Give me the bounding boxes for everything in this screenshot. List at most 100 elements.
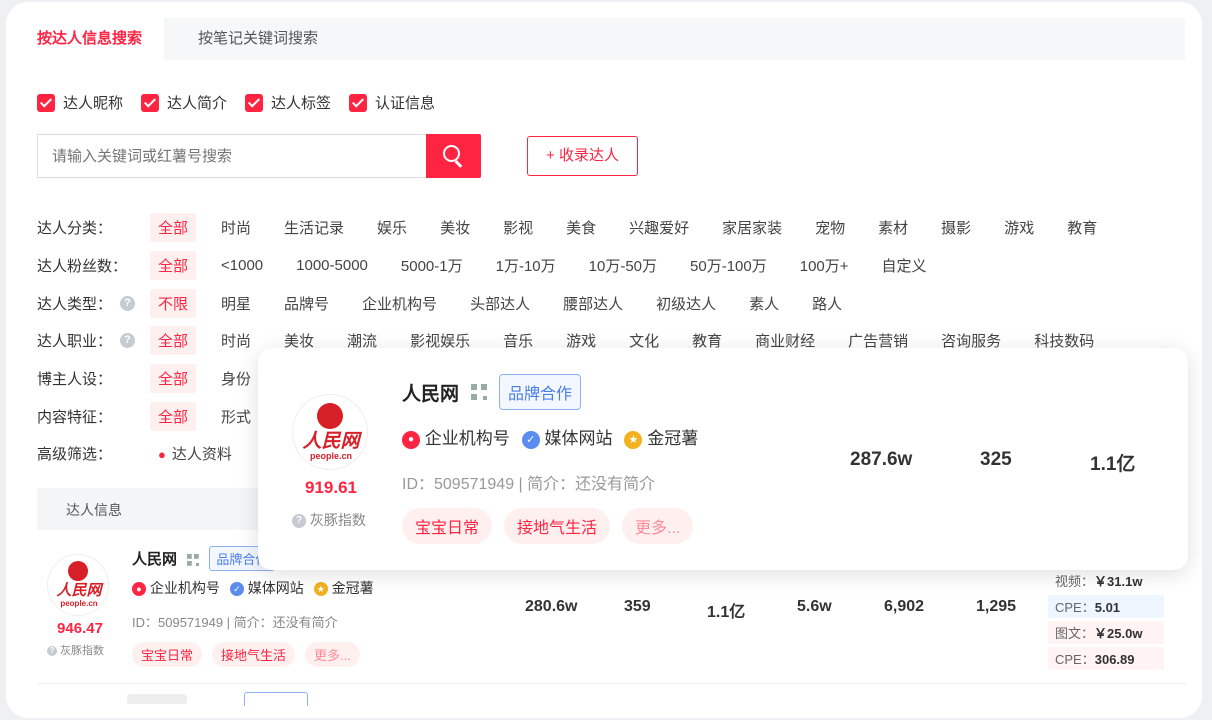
creator-tags: 宝宝日常 接地气生活 更多... [132, 642, 360, 667]
filter-option[interactable]: 全部 [150, 401, 197, 431]
filter-option[interactable]: 素材 [870, 213, 916, 242]
filter-option[interactable]: 影视 [495, 213, 541, 242]
more-tags-button[interactable]: 更多... [305, 642, 360, 667]
stat-value: 1.1亿 [707, 604, 746, 621]
avatar[interactable]: 人民网 people.cn [47, 554, 109, 616]
filter-option[interactable]: 全部 [150, 325, 197, 355]
filter-option[interactable]: 全部 [150, 363, 197, 393]
filter-option[interactable]: 美妆 [432, 213, 478, 242]
qrcode-icon[interactable] [471, 384, 488, 400]
filter-option[interactable]: 素人 [741, 289, 787, 318]
enterprise-icon: ● [132, 582, 146, 597]
filter-option[interactable]: 1万-10万 [488, 251, 564, 280]
checkbox-checked-icon[interactable] [245, 93, 264, 112]
filter-option[interactable]: 50万-100万 [682, 251, 775, 280]
filter-option[interactable]: <1000 [213, 253, 271, 278]
stat-value: 1.1亿 [1090, 454, 1136, 475]
filter-option[interactable]: 时尚 [213, 213, 259, 242]
creator-name[interactable]: 人民网 [402, 379, 459, 406]
creator-hover-card[interactable]: 人民网 people.cn 919.61 ? 灰豚指数 人民网 品牌合作 ● 企… [258, 348, 1188, 570]
filter-option[interactable]: 游戏 [996, 213, 1042, 242]
verified-icon: ✓ [521, 430, 540, 449]
filter-option[interactable]: 自定义 [874, 251, 935, 280]
stat-value: 6,902 [884, 598, 925, 615]
filter-option[interactable]: 身份 [213, 364, 259, 393]
checkbox-checked-icon[interactable] [349, 93, 368, 112]
index-score: 919.61 [305, 478, 357, 497]
filter-option[interactable]: 企业机构号 [354, 289, 445, 318]
filter-option[interactable]: 摄影 [933, 213, 979, 242]
filter-label: 内容特征： [37, 406, 150, 427]
filter-option[interactable]: 美食 [558, 213, 604, 242]
brand-cooperation-badge[interactable]: 品牌合作 [499, 374, 582, 410]
filter-option[interactable]: 不限 [150, 288, 197, 318]
tag-chip[interactable]: 宝宝日常 [132, 642, 203, 667]
creator-name[interactable]: 人民网 [132, 551, 177, 568]
help-icon[interactable]: ? [120, 295, 136, 311]
filter-option[interactable]: 品牌号 [276, 289, 337, 318]
advanced-filter-creator-profile[interactable]: ● 达人资料 [150, 439, 240, 468]
checkbox-intro[interactable]: 达人简介 [141, 92, 227, 113]
option-label: 达人资料 [171, 445, 232, 463]
person-icon: ● [158, 446, 166, 462]
filter-option[interactable]: 腰部达人 [555, 289, 631, 318]
tag-chip[interactable]: 宝宝日常 [402, 508, 493, 544]
stat-value: 1,295 [976, 598, 1017, 615]
filter-option[interactable]: 5000-1万 [393, 251, 471, 280]
creator-id-intro: ID：509571949 | 简介：还没有简介 [132, 615, 338, 630]
search-button[interactable] [426, 134, 481, 178]
filter-option[interactable]: 宠物 [807, 213, 853, 242]
filter-option[interactable]: 生活记录 [276, 213, 352, 242]
filter-option[interactable]: 娱乐 [369, 213, 415, 242]
price-image-cpe: CPE：306.89 [1048, 647, 1164, 670]
search-input[interactable] [37, 134, 427, 178]
next-row-badge-partial [244, 692, 308, 706]
more-tags-button[interactable]: 更多... [622, 508, 694, 544]
checkbox-label: 达人标签 [271, 95, 332, 112]
stat-value: 359 [624, 598, 651, 615]
qrcode-icon[interactable] [187, 554, 200, 567]
filter-option[interactable]: 教育 [1059, 213, 1105, 242]
filter-label-text: 达人粉丝数： [37, 257, 128, 275]
filter-option[interactable]: 家居家装 [714, 213, 790, 242]
checkbox-label: 认证信息 [375, 95, 436, 112]
checkbox-tags[interactable]: 达人标签 [245, 92, 331, 113]
help-icon[interactable]: ? [120, 332, 136, 348]
filter-option[interactable]: 路人 [804, 289, 850, 318]
tab-search-by-keyword[interactable]: 按笔记关键词搜索 [176, 18, 340, 60]
filter-row: 达人类型：? 不限 明星 品牌号 企业机构号 头部达人 腰部达人 初级达人 素人 路人 [37, 288, 867, 318]
add-creator-button[interactable]: + 收录达人 [527, 136, 638, 176]
filter-option[interactable]: 头部达人 [462, 289, 538, 318]
logo-subtext: people.cn [60, 599, 98, 608]
filter-option[interactable]: 100万+ [792, 251, 857, 280]
checkbox-verification[interactable]: 认证信息 [349, 92, 435, 113]
filter-label-text: 达人分类： [37, 219, 113, 237]
next-row-name-partial [127, 694, 187, 704]
tag-chip[interactable]: 接地气生活 [504, 508, 611, 544]
logo-subtext: people.cn [309, 451, 352, 461]
filter-label-text: 达人类型： [37, 295, 113, 313]
checkbox-checked-icon[interactable] [37, 93, 55, 112]
creator-tags: 宝宝日常 接地气生活 更多... [402, 508, 694, 544]
search-mode-tabs: 按达人信息搜索 按笔记关键词搜索 [15, 18, 1185, 60]
badge-media: ✓ 媒体网站 [229, 578, 304, 598]
filter-option[interactable]: 1000-5000 [288, 253, 376, 278]
filter-label-text: 达人职业： [37, 332, 113, 350]
filter-option[interactable]: 10万-50万 [581, 251, 665, 280]
filter-option[interactable]: 全部 [150, 250, 197, 280]
filter-option[interactable]: 全部 [150, 212, 197, 242]
filter-option[interactable]: 兴趣爱好 [621, 213, 697, 242]
stat-value: 287.6w [850, 449, 913, 470]
checkbox-checked-icon[interactable] [141, 93, 160, 112]
filter-option[interactable]: 明星 [213, 289, 259, 318]
row-divider [37, 683, 1187, 684]
tag-chip[interactable]: 接地气生活 [212, 642, 296, 667]
filter-option[interactable]: 初级达人 [648, 289, 724, 318]
checkbox-nickname[interactable]: 达人昵称 [37, 92, 123, 113]
tab-search-by-creator[interactable]: 按达人信息搜索 [15, 18, 165, 60]
filter-option[interactable]: 时尚 [213, 326, 259, 355]
filter-option[interactable]: 形式 [213, 402, 259, 431]
filter-label: 高级筛选： [37, 445, 113, 463]
avatar[interactable]: 人民网 people.cn [292, 394, 368, 470]
search-scope-checkboxes: 达人昵称 达人简介 达人标签 认证信息 [37, 92, 435, 113]
